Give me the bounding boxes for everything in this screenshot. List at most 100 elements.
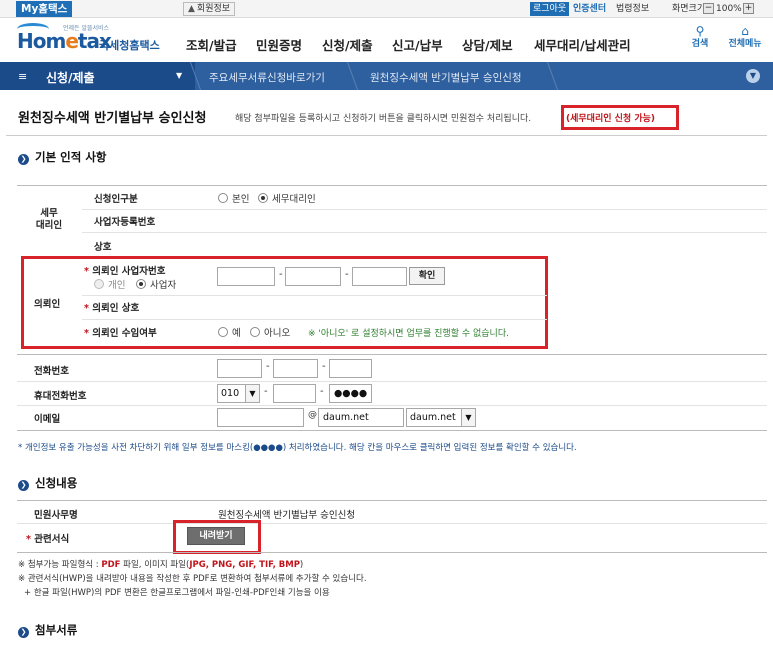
client-bizno-field-2[interactable]: [285, 267, 341, 286]
table-bottom-border: [17, 552, 767, 553]
applicant-agent-radio[interactable]: [258, 193, 268, 203]
applicant-agent-label: 세무대리인: [272, 194, 316, 205]
client-business-radio[interactable]: [136, 279, 146, 289]
dropdown-arrow-icon: ▼: [176, 71, 183, 80]
menu-report-pay[interactable]: 신고/납부: [392, 35, 443, 54]
office-name-value: 원천징수세액 반기별납부 승인신청: [218, 510, 356, 521]
hometax-logo[interactable]: 언제든 알뜰서비스 Hometax 국세청홈택스: [17, 23, 162, 55]
consent-no-label: 아니오: [264, 328, 291, 339]
menu-inquiry-issue[interactable]: 조회/발급: [186, 35, 237, 54]
my-hometax-link[interactable]: My홈택스: [16, 1, 73, 17]
legal-info-link[interactable]: 법령정보: [616, 2, 649, 16]
logout-button[interactable]: 로그아웃: [530, 2, 570, 16]
hwp-pdf-tip: + 한글 파일(HWP)의 PDF 변환은 한글프로그램에서 파일-인쇄-PDF…: [24, 588, 330, 598]
row-divider: [82, 232, 767, 233]
search-icon: ⚲: [695, 24, 705, 38]
client-group-label: 의뢰인: [34, 299, 61, 310]
table-top-border: [17, 185, 767, 186]
row-divider: [82, 209, 767, 210]
hamburger-icon: ≡: [18, 70, 28, 83]
client-bizno-field-3[interactable]: [352, 267, 407, 286]
client-bizno-field-1[interactable]: [217, 267, 275, 286]
consent-warning-note: ※ '아니오' 로 설정하시면 업무를 진행할 수 없습니다.: [308, 329, 509, 339]
agent-group-label: 세무 대리인: [35, 208, 63, 231]
zoom-out-button[interactable]: −: [703, 3, 714, 14]
client-individual-radio[interactable]: [94, 279, 104, 289]
email-domain-select-value: daum.net: [410, 412, 456, 423]
zoom-value: 100%: [716, 4, 742, 14]
email-label: 이메일: [34, 414, 61, 425]
attach-format-images: JPG, PNG, GIF, TIF, BMP: [189, 560, 300, 570]
dash-separator: -: [345, 269, 349, 280]
download-button[interactable]: 내려받기: [187, 527, 245, 545]
phone-label: 전화번호: [34, 366, 69, 377]
consent-yes-radio[interactable]: [218, 327, 228, 337]
breadcrumb-divider: [346, 62, 372, 90]
nav-section-dropdown[interactable]: ≡ 신청/제출 ▼: [0, 62, 195, 90]
phone-field-1[interactable]: [217, 359, 262, 378]
related-form-label: * 관련서식: [26, 531, 69, 545]
screen-size-label: 화면크기: [672, 4, 706, 14]
row-divider: [82, 295, 547, 296]
menu-civil-certificate[interactable]: 민원증명: [256, 35, 302, 54]
attach-format-pdf: PDF: [101, 560, 121, 570]
expand-chevron-icon[interactable]: ▼: [746, 69, 760, 83]
breadcrumb-bar: ≡ 신청/제출 ▼ 주요세무서류신청바로가기 원천징수세액 반기별납부 승인신청…: [0, 62, 773, 90]
email-domain-select[interactable]: daum.net ▼: [406, 408, 476, 427]
row-divider: [17, 523, 767, 524]
page-description: 해당 첨부파일을 등록하시고 신청하기 버튼을 클릭하시면 민원접수 처리됩니다…: [235, 114, 532, 124]
table-bottom-border: [17, 430, 767, 431]
row-divider: [17, 405, 767, 406]
logo-word-prefix: Hom: [17, 29, 66, 53]
member-info-button[interactable]: ▲ 회원정보: [183, 2, 236, 16]
attach-format-end: ): [299, 560, 304, 570]
breadcrumb-item-quick-apply[interactable]: 주요세무서류신청바로가기: [209, 70, 325, 85]
email-id-field[interactable]: [217, 408, 304, 427]
dash-separator: -: [279, 269, 283, 280]
member-info-label: 회원정보: [196, 4, 231, 14]
mobile-mid-field[interactable]: [273, 384, 316, 403]
menu-consult-report[interactable]: 상담/제보: [462, 35, 513, 54]
dash-separator: -: [320, 386, 324, 397]
email-domain-field[interactable]: daum.net: [318, 408, 404, 427]
all-menu-button[interactable]: ⌂ 전체메뉴: [720, 24, 770, 50]
row-divider: [82, 319, 547, 320]
table-top-border: [17, 500, 767, 501]
attach-format-prefix: ※ 첨부가능 파일형식 :: [18, 560, 102, 570]
section-bullet-icon: ❯: [18, 627, 29, 638]
mobile-label: 휴대전화번호: [34, 391, 87, 402]
confirm-button[interactable]: 확인: [409, 267, 445, 285]
dash-separator: -: [322, 361, 326, 372]
logo-wordmark: Hometax: [17, 29, 112, 53]
zoom-in-button[interactable]: +: [743, 3, 754, 14]
consent-no-radio[interactable]: [250, 327, 260, 337]
client-consent-text: 의뢰인 수임여부: [92, 328, 157, 339]
menu-tax-agent[interactable]: 세무대리/납세관리: [534, 35, 631, 54]
all-menu-label: 전체메뉴: [728, 39, 762, 49]
attach-format-note: ※ 첨부가능 파일형식 : PDF 파일, 이미지 파일(JPG, PNG, G…: [18, 558, 303, 570]
page-title: 원천징수세액 반기별납부 승인신청: [18, 111, 207, 126]
breadcrumb-item-current[interactable]: 원천징수세액 반기별납부 승인신청: [370, 70, 522, 85]
mobile-prefix-select[interactable]: 010 ▼: [217, 384, 260, 403]
menu-apply-submit[interactable]: 신청/제출: [322, 35, 373, 54]
client-bizno-text: 의뢰인 사업자번호: [92, 266, 166, 277]
applicant-type-label: 신청인구분: [94, 194, 138, 205]
phone-field-3[interactable]: [329, 359, 372, 378]
applicant-self-radio[interactable]: [218, 193, 228, 203]
section-apply-title: 신청내용: [35, 476, 78, 490]
client-individual-label: 개인: [108, 280, 126, 291]
search-button[interactable]: ⚲ 검색: [688, 24, 712, 50]
title-divider: [6, 135, 767, 136]
mobile-last-field[interactable]: ●●●●: [329, 384, 372, 403]
row-divider: [17, 381, 767, 382]
bizno-label: 사업자등록번호: [94, 217, 156, 228]
masking-note: * 개인정보 유출 가능성을 사전 차단하기 위해 일부 정보를 마스킹(●●●…: [18, 443, 577, 453]
logo-korean-name: 국세청홈택스: [99, 39, 160, 52]
cert-center-link[interactable]: 인증센터: [573, 2, 606, 16]
search-label: 검색: [691, 39, 709, 49]
related-form-text: 관련서식: [34, 534, 70, 545]
section-basic-info: ❯ 기본 인적 사항: [18, 149, 107, 165]
dash-separator: -: [266, 361, 270, 372]
section-bullet-icon: ❯: [18, 480, 29, 491]
phone-field-2[interactable]: [273, 359, 318, 378]
